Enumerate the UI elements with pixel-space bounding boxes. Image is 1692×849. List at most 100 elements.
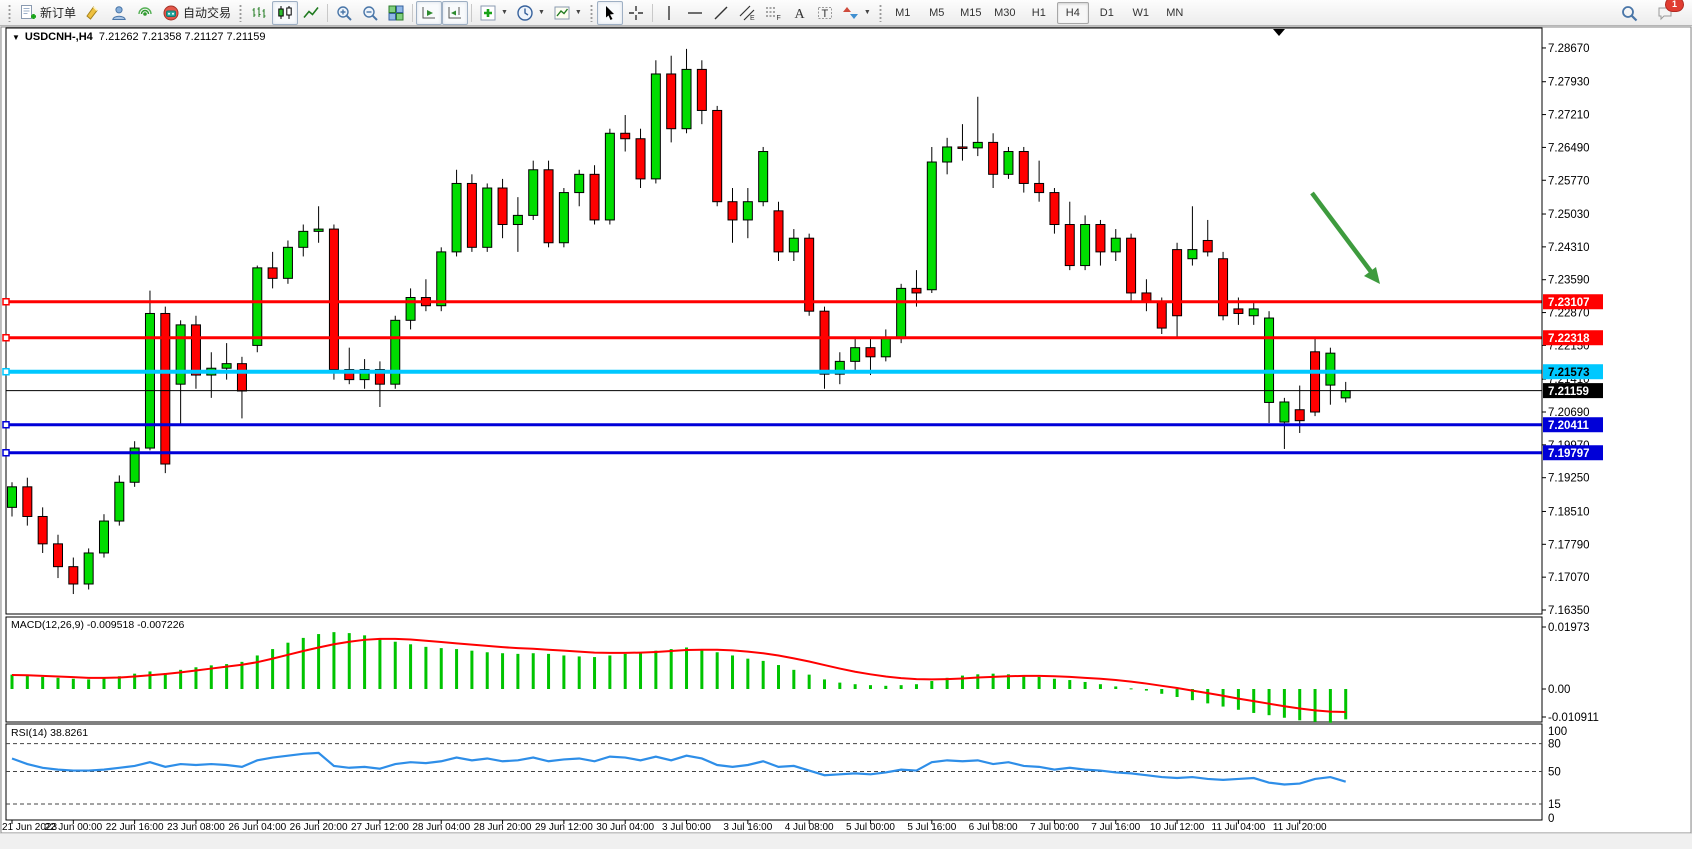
svg-text:7.22318: 7.22318 [1548,333,1590,345]
search-button[interactable] [1616,1,1642,25]
chevron-down-icon[interactable]: ▼ [864,9,871,16]
bull-candle [1326,353,1335,385]
bear-candle [1127,238,1136,293]
bull-candle [973,142,982,147]
vertical-line-button[interactable] [656,1,682,25]
price-tick-label: 7.19250 [1548,473,1590,485]
date-tick-label: 5 Jul 00:00 [846,822,895,833]
bull-candle [759,152,768,202]
timeframe-button-m30[interactable]: M30 [989,2,1021,24]
bull-candle [1265,318,1274,402]
status-strip [0,833,1692,849]
svg-text:7.21159: 7.21159 [1548,386,1589,398]
price-tick-label: 7.25770 [1548,175,1590,187]
bull-candle [651,74,660,179]
label-button[interactable]: T [812,1,838,25]
timeframe-button-h1[interactable]: H1 [1023,2,1055,24]
bars-chart-icon [250,4,268,22]
cursor-button[interactable] [597,1,623,25]
line-chart-icon [302,4,320,22]
line-chart-button[interactable] [298,1,324,25]
rsi-pane[interactable] [6,724,1542,820]
chart-tool-button[interactable] [80,1,106,25]
svg-text:A: A [794,7,805,22]
timeframe-button-m5[interactable]: M5 [921,2,953,24]
chart-title[interactable]: ▼ USDCNH-,H4 7.21262 7.21358 7.21127 7.21… [12,31,265,43]
tile-windows-button[interactable] [383,1,409,25]
bear-candle [667,74,676,129]
candles-chart-button[interactable] [272,1,298,25]
bull-candle [743,202,752,220]
bear-candle [1203,240,1212,251]
chat-button[interactable]: 1 [1652,1,1678,25]
channel-button[interactable]: E [734,1,760,25]
chevron-down-icon[interactable]: ▼ [575,9,582,16]
date-tick-label: 28 Jun 20:00 [474,822,532,833]
toolbar-grip [238,4,243,22]
shapes-icon [842,4,860,22]
hammer-icon [84,4,102,22]
timeframe-button-w1[interactable]: W1 [1125,2,1157,24]
fibo-icon: F [764,4,782,22]
chart-collapse-icon[interactable]: ▼ [12,33,20,42]
symbol-period-label: USDCNH-,H4 [25,31,93,43]
svg-text:7.23107: 7.23107 [1548,297,1590,309]
bear-candle [69,567,78,584]
timeframe-button-m1[interactable]: M1 [887,2,919,24]
bear-candle [38,516,47,543]
date-tick-label: 26 Jun 20:00 [290,822,348,833]
chevron-down-icon[interactable]: ▼ [501,9,508,16]
macd-pane[interactable] [6,617,1542,723]
zoom-in-button[interactable] [331,1,357,25]
macd-axis-label: -0.010911 [1548,712,1599,724]
bull-candle [437,252,446,306]
main-price-pane[interactable] [3,28,1542,614]
toolbar-separator [327,4,328,22]
bars-chart-button[interactable] [246,1,272,25]
bull-candle [483,188,492,247]
price-tick-label: 7.16350 [1548,605,1590,617]
timeframe-button-d1[interactable]: D1 [1091,2,1123,24]
rsi-axis-label: 0 [1548,813,1554,825]
label-icon: T [816,4,834,22]
crosshair-button[interactable] [623,1,649,25]
date-tick-label: 30 Jun 04:00 [596,822,654,833]
price-tick-label: 7.26490 [1548,142,1590,154]
trendline-button[interactable] [708,1,734,25]
indicators-button[interactable]: ▼ [475,1,512,25]
text-button[interactable]: A [786,1,812,25]
horizontal-line-button[interactable] [682,1,708,25]
timeframe-button-m15[interactable]: M15 [955,2,987,24]
date-tick-label: 3 Jul 16:00 [723,822,772,833]
bear-candle [498,188,507,224]
signals-button[interactable] [132,1,158,25]
profile-button[interactable] [106,1,132,25]
fibonacci-button[interactable]: F [760,1,786,25]
bear-candle [1234,309,1243,314]
date-tick-label: 5 Jul 16:00 [907,822,956,833]
chart-canvas[interactable]: 7.286707.279307.272107.264907.257707.250… [0,0,1692,849]
support-line-1-tag: 7.20411 [1543,417,1603,432]
date-tick-label: 11 Jul 04:00 [1212,822,1266,833]
timeframe-button-h4[interactable]: H4 [1057,2,1089,24]
periods-button[interactable]: ▼ [512,1,549,25]
templates-button[interactable]: ▼ [549,1,586,25]
autotrade-button[interactable]: 自动交易 [158,1,235,25]
auto-scroll-button[interactable] [416,1,442,25]
shapes-button[interactable]: ▼ [838,1,875,25]
new-order-button[interactable]: 新订单 [15,1,80,25]
chevron-down-icon[interactable]: ▼ [538,9,545,16]
timeframe-button-mn[interactable]: MN [1159,2,1191,24]
chart-shift-button[interactable] [442,1,468,25]
bull-candle [314,229,323,231]
svg-text:7.21573: 7.21573 [1548,367,1590,379]
price-tick-label: 7.24310 [1548,242,1590,254]
price-tick-label: 7.27930 [1548,77,1590,89]
zoom-out-button[interactable] [357,1,383,25]
bull-candle [253,268,262,346]
time-axis[interactable]: 21 Jun 202322 Jun 00:0022 Jun 16:0023 Ju… [2,820,1327,833]
ohlc-values: 7.21262 7.21358 7.21127 7.21159 [99,31,266,43]
bull-candle [513,215,522,224]
vline-icon [660,4,678,22]
bull-candle [1249,309,1258,316]
